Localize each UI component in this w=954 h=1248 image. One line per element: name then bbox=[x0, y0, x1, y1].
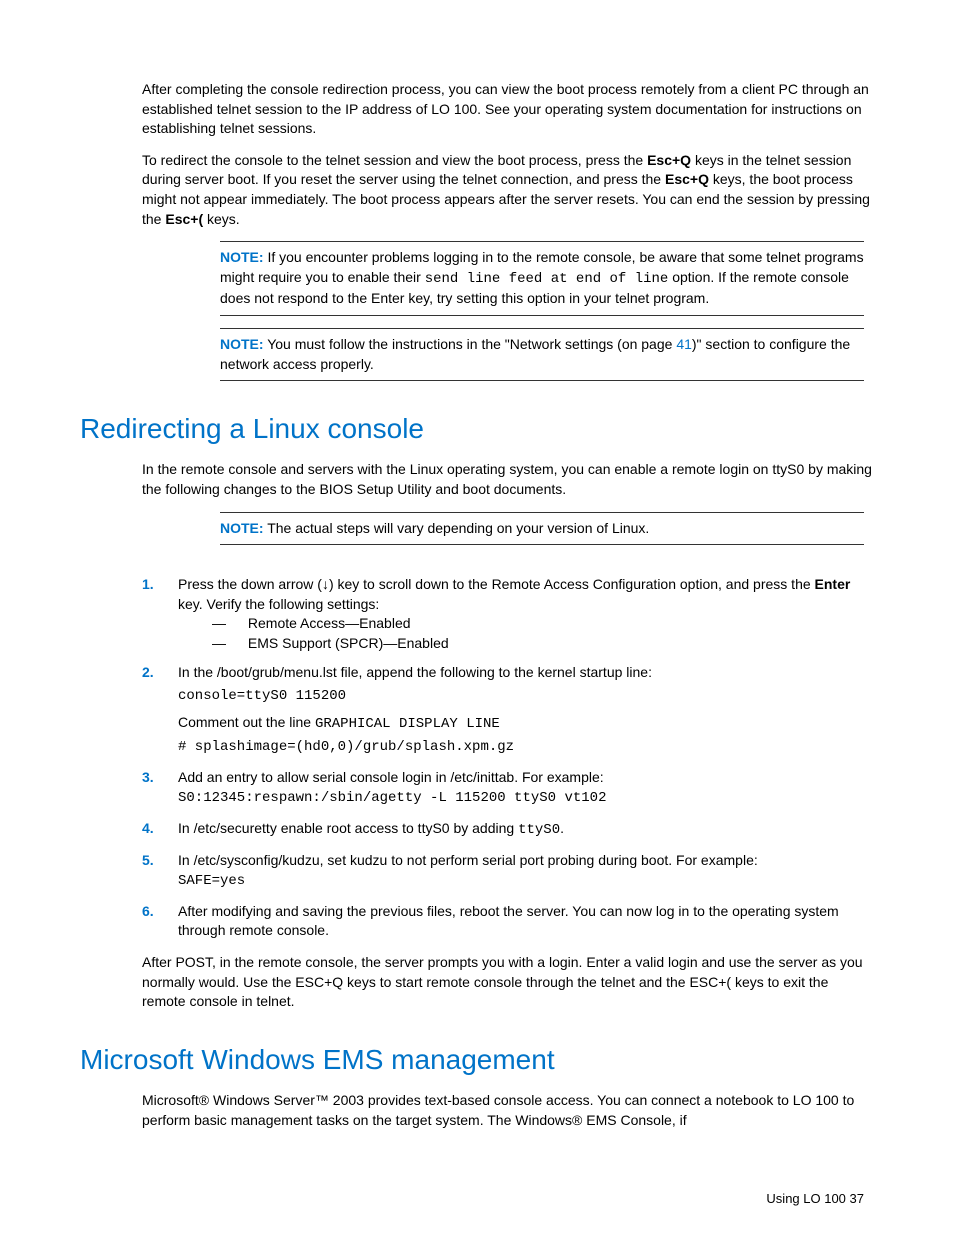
dash-icon: — bbox=[228, 614, 244, 634]
code-line: console=ttyS0 115200 bbox=[178, 687, 874, 707]
intro-paragraph-2: To redirect the console to the telnet se… bbox=[142, 151, 874, 229]
note-label: NOTE: bbox=[220, 249, 264, 265]
text: After modifying and saving the previous … bbox=[178, 903, 839, 939]
page-link[interactable]: 41 bbox=[676, 336, 692, 352]
key-combo: Esc+Q bbox=[647, 152, 691, 168]
text: key. Verify the following settings: bbox=[178, 596, 379, 612]
code-line: # splashimage=(hd0,0)/grub/splash.xpm.gz bbox=[178, 738, 874, 758]
step-number: 4. bbox=[142, 819, 154, 839]
sub-item: — Remote Access—Enabled bbox=[228, 614, 874, 634]
text: In the /boot/grub/menu.lst file, append … bbox=[178, 664, 652, 680]
code-line: SAFE=yes bbox=[178, 872, 874, 892]
note-label: NOTE: bbox=[220, 520, 264, 536]
text: EMS Support (SPCR)—Enabled bbox=[244, 635, 449, 651]
key-combo: Esc+Q bbox=[665, 171, 709, 187]
step-5: 5. In /etc/sysconfig/kudzu, set kudzu to… bbox=[142, 851, 874, 892]
step-number: 6. bbox=[142, 902, 154, 922]
text: . bbox=[560, 820, 564, 836]
text: Comment out the line bbox=[178, 714, 315, 730]
step-number: 2. bbox=[142, 663, 154, 683]
key-combo: Esc+( bbox=[165, 211, 203, 227]
step-6: 6. After modifying and saving the previo… bbox=[142, 902, 874, 941]
text: Add an entry to allow serial console log… bbox=[178, 769, 604, 785]
post-paragraph: After POST, in the remote console, the s… bbox=[142, 953, 874, 1012]
step-number: 5. bbox=[142, 851, 154, 871]
text: In /etc/sysconfig/kudzu, set kudzu to no… bbox=[178, 852, 758, 868]
text: You must follow the instructions in the … bbox=[264, 336, 677, 352]
code-line: S0:12345:respawn:/sbin/agetty -L 115200 … bbox=[178, 789, 874, 809]
steps-list: 1. Press the down arrow (↓) key to scrol… bbox=[142, 575, 874, 941]
text: To redirect the console to the telnet se… bbox=[142, 152, 647, 168]
code-text: ttyS0 bbox=[518, 822, 560, 838]
note-box-2: NOTE: You must follow the instructions i… bbox=[220, 328, 864, 381]
heading-windows-ems: Microsoft Windows EMS management bbox=[80, 1040, 874, 1079]
linux-intro: In the remote console and servers with t… bbox=[142, 460, 874, 499]
key-name: Enter bbox=[815, 576, 851, 592]
page-footer: Using LO 100 37 bbox=[80, 1190, 874, 1208]
step-number: 3. bbox=[142, 768, 154, 788]
note-box-3: NOTE: The actual steps will vary dependi… bbox=[220, 512, 864, 546]
note-label: NOTE: bbox=[220, 336, 264, 352]
step-1: 1. Press the down arrow (↓) key to scrol… bbox=[142, 575, 874, 653]
step-3: 3. Add an entry to allow serial console … bbox=[142, 768, 874, 809]
step-2: 2. In the /boot/grub/menu.lst file, appe… bbox=[142, 663, 874, 757]
windows-ems-paragraph: Microsoft® Windows Server™ 2003 provides… bbox=[142, 1091, 874, 1130]
intro-paragraph-1: After completing the console redirection… bbox=[142, 80, 874, 139]
step-number: 1. bbox=[142, 575, 154, 595]
text: In /etc/securetty enable root access to … bbox=[178, 820, 518, 836]
code-text: GRAPHICAL DISPLAY LINE bbox=[315, 716, 500, 732]
text-line: Comment out the line GRAPHICAL DISPLAY L… bbox=[178, 713, 874, 735]
text: Press the down arrow (↓) key to scroll d… bbox=[178, 576, 815, 592]
code-text: send line feed at end of line bbox=[425, 271, 669, 287]
heading-redirecting-linux: Redirecting a Linux console bbox=[80, 409, 874, 448]
sub-item: — EMS Support (SPCR)—Enabled bbox=[228, 634, 874, 654]
note-box-1: NOTE: If you encounter problems logging … bbox=[220, 241, 864, 316]
text: The actual steps will vary depending on … bbox=[264, 520, 650, 536]
dash-icon: — bbox=[228, 634, 244, 654]
text: Remote Access—Enabled bbox=[244, 615, 411, 631]
text: keys. bbox=[203, 211, 240, 227]
step-4: 4. In /etc/securetty enable root access … bbox=[142, 819, 874, 841]
